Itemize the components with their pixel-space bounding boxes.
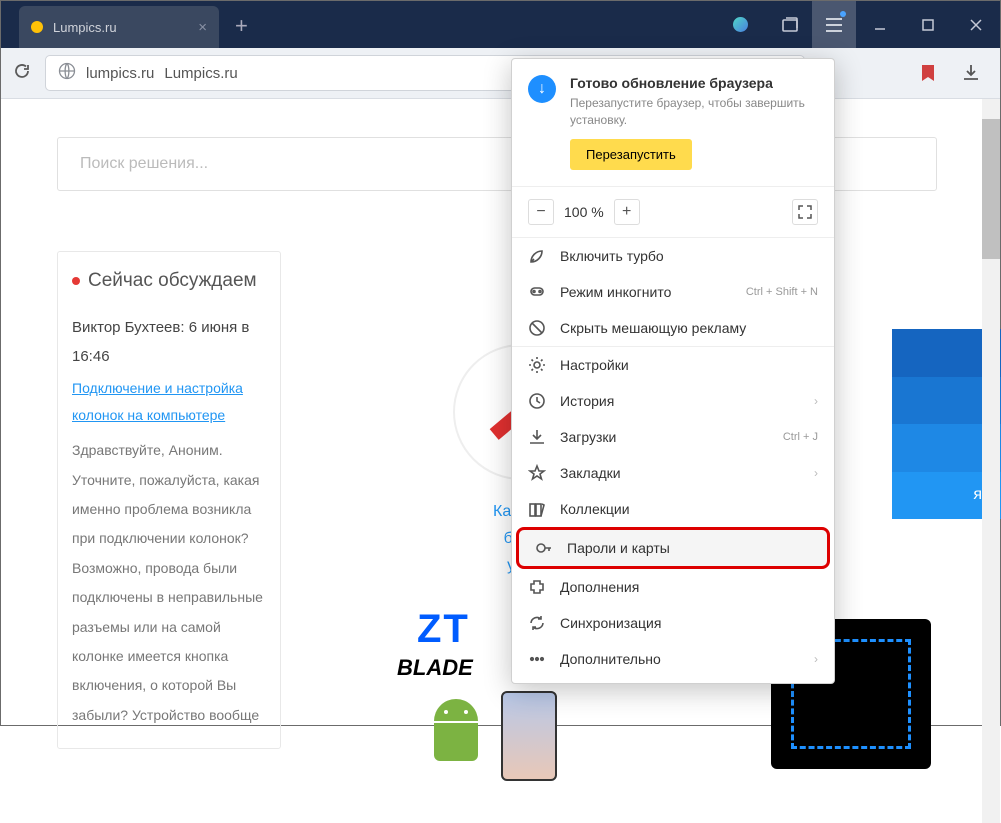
menu-downloads[interactable]: Загрузки Ctrl + J [512, 419, 834, 455]
close-tab-icon[interactable]: × [198, 19, 207, 36]
menu-settings[interactable]: Настройки [512, 347, 834, 383]
globe-icon [58, 62, 76, 85]
zoom-in-button[interactable]: + [614, 199, 640, 225]
zte-logo: ZT [417, 607, 470, 652]
main-menu-button[interactable] [812, 1, 856, 48]
android-figure [425, 699, 487, 773]
discussion-card: Сейчас обсуждаем Виктор Бухтеев: 6 июня … [57, 251, 281, 749]
search-placeholder: Поиск решения... [80, 155, 208, 173]
live-dot-icon [72, 277, 80, 285]
menu-bookmarks[interactable]: Закладки › [512, 455, 834, 491]
update-title: Готово обновление браузера [570, 75, 818, 91]
menu-collections[interactable]: Коллекции [512, 491, 834, 527]
browser-tab[interactable]: Lumpics.ru × [19, 6, 219, 48]
favicon [31, 21, 43, 33]
address-bar: lumpics.ru Lumpics.ru [1, 48, 1000, 99]
comment-article-link[interactable]: Подключение и настройка колонок на компь… [72, 375, 266, 428]
fullscreen-button[interactable] [792, 199, 818, 225]
url-domain: lumpics.ru [86, 65, 154, 82]
menu-notification-dot [840, 11, 846, 17]
url-page-title: Lumpics.ru [164, 65, 237, 82]
scrollbar[interactable] [982, 99, 1000, 823]
menu-more[interactable]: Дополнительно › [512, 641, 834, 677]
menu-turbo[interactable]: Включить турбо [512, 238, 834, 274]
profile-avatar[interactable] [733, 17, 748, 32]
menu-passwords[interactable]: Пароли и карты [516, 527, 830, 569]
chevron-right-icon: › [814, 652, 818, 666]
zoom-value: 100 % [564, 204, 604, 220]
tabs-overview-button[interactable] [768, 1, 812, 48]
download-arrow-icon: ↓ [528, 75, 556, 103]
zoom-out-button[interactable]: − [528, 199, 554, 225]
blade-logo: BLADE [397, 655, 473, 681]
comment-author-time: Виктор Бухтеев: 6 июня в 16:46 [72, 314, 266, 371]
close-window-button[interactable] [952, 1, 1000, 48]
titlebar: Lumpics.ru × + [1, 1, 1000, 48]
downloads-icon[interactable] [962, 63, 980, 86]
comment-body: Здравствуйте, Аноним. Уточните, пожалуйс… [72, 436, 266, 730]
maximize-button[interactable] [904, 1, 952, 48]
tab-title: Lumpics.ru [53, 20, 188, 35]
page-content: Поиск решения... Сейчас обсуждаем Виктор… [1, 99, 1000, 725]
chevron-right-icon: › [814, 394, 818, 408]
restart-button[interactable]: Перезапустить [570, 139, 692, 170]
minimize-button[interactable] [856, 1, 904, 48]
scrollbar-thumb[interactable] [982, 119, 1000, 259]
menu-incognito[interactable]: Режим инкогнито Ctrl + Shift + N [512, 274, 834, 310]
new-tab-button[interactable]: + [235, 13, 248, 39]
menu-addons[interactable]: Дополнения [512, 569, 834, 605]
menu-hide-ads[interactable]: Скрыть мешающую рекламу [512, 310, 834, 346]
update-notice: ↓ Готово обновление браузера Перезапусти… [512, 59, 834, 186]
update-subtitle: Перезапустите браузер, чтобы завершить у… [570, 95, 818, 129]
discussion-heading: Сейчас обсуждаем [72, 270, 266, 292]
browser-menu-popup: ↓ Готово обновление браузера Перезапусти… [511, 58, 835, 684]
reload-button[interactable] [13, 62, 31, 85]
phone-illustration [501, 691, 557, 781]
chevron-right-icon: › [814, 466, 818, 480]
menu-history[interactable]: История › [512, 383, 834, 419]
zoom-controls: − 100 % + [512, 187, 834, 237]
bookmark-icon[interactable] [921, 64, 935, 87]
menu-sync[interactable]: Синхронизация [512, 605, 834, 641]
